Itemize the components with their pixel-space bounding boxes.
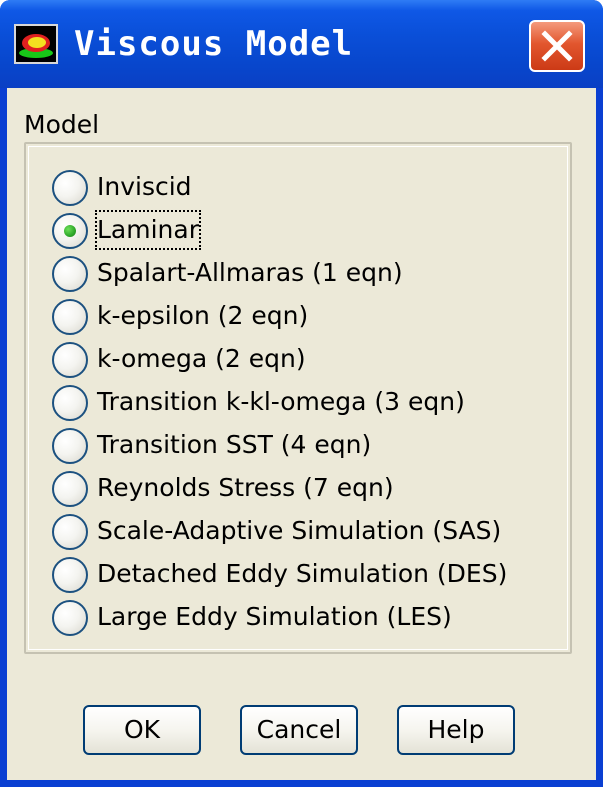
- radio-button[interactable]: [52, 428, 88, 464]
- ok-button[interactable]: OK: [83, 705, 201, 755]
- viscous-model-dialog: Viscous Model Model Inviscid Laminar Spa…: [0, 0, 603, 787]
- model-group-box: Inviscid Laminar Spalart-Allmaras (1 eqn…: [24, 142, 572, 654]
- cancel-button[interactable]: Cancel: [240, 705, 358, 755]
- app-icon-yellow-shape: [28, 37, 46, 48]
- close-button[interactable]: [529, 20, 585, 72]
- dialog-body: Model Inviscid Laminar Spalart-Allmaras …: [7, 88, 596, 780]
- model-option-label: Scale-Adaptive Simulation (SAS): [97, 516, 502, 545]
- radio-button[interactable]: [52, 342, 88, 378]
- model-option-label: Reynolds Stress (7 eqn): [97, 473, 394, 502]
- radio-button[interactable]: [52, 600, 88, 636]
- model-option-label: Detached Eddy Simulation (DES): [97, 559, 508, 588]
- model-option-label: Laminar: [95, 210, 201, 250]
- fluent-app-icon: [14, 24, 58, 64]
- model-group-label: Model: [24, 110, 100, 139]
- model-option-label: Transition SST (4 eqn): [97, 430, 372, 459]
- radio-button[interactable]: [52, 170, 88, 206]
- help-button[interactable]: Help: [397, 705, 515, 755]
- model-option-label: Inviscid: [97, 172, 192, 201]
- radio-button[interactable]: [52, 385, 88, 421]
- radio-button[interactable]: [52, 256, 88, 292]
- model-option-label: k-epsilon (2 eqn): [97, 301, 309, 330]
- radio-button-selected[interactable]: [52, 213, 88, 249]
- radio-button[interactable]: [52, 471, 88, 507]
- radio-selected-dot-icon: [64, 225, 76, 237]
- radio-button[interactable]: [52, 299, 88, 335]
- model-option-label: k-omega (2 eqn): [97, 344, 306, 373]
- model-option-label: Transition k-kl-omega (3 eqn): [97, 387, 465, 416]
- model-option-label: Spalart-Allmaras (1 eqn): [97, 258, 403, 287]
- title-bar[interactable]: Viscous Model: [0, 0, 603, 88]
- close-x-icon: [541, 30, 573, 62]
- model-option-label: Large Eddy Simulation (LES): [97, 602, 452, 631]
- radio-button[interactable]: [52, 557, 88, 593]
- window-title: Viscous Model: [74, 24, 354, 64]
- radio-button[interactable]: [52, 514, 88, 550]
